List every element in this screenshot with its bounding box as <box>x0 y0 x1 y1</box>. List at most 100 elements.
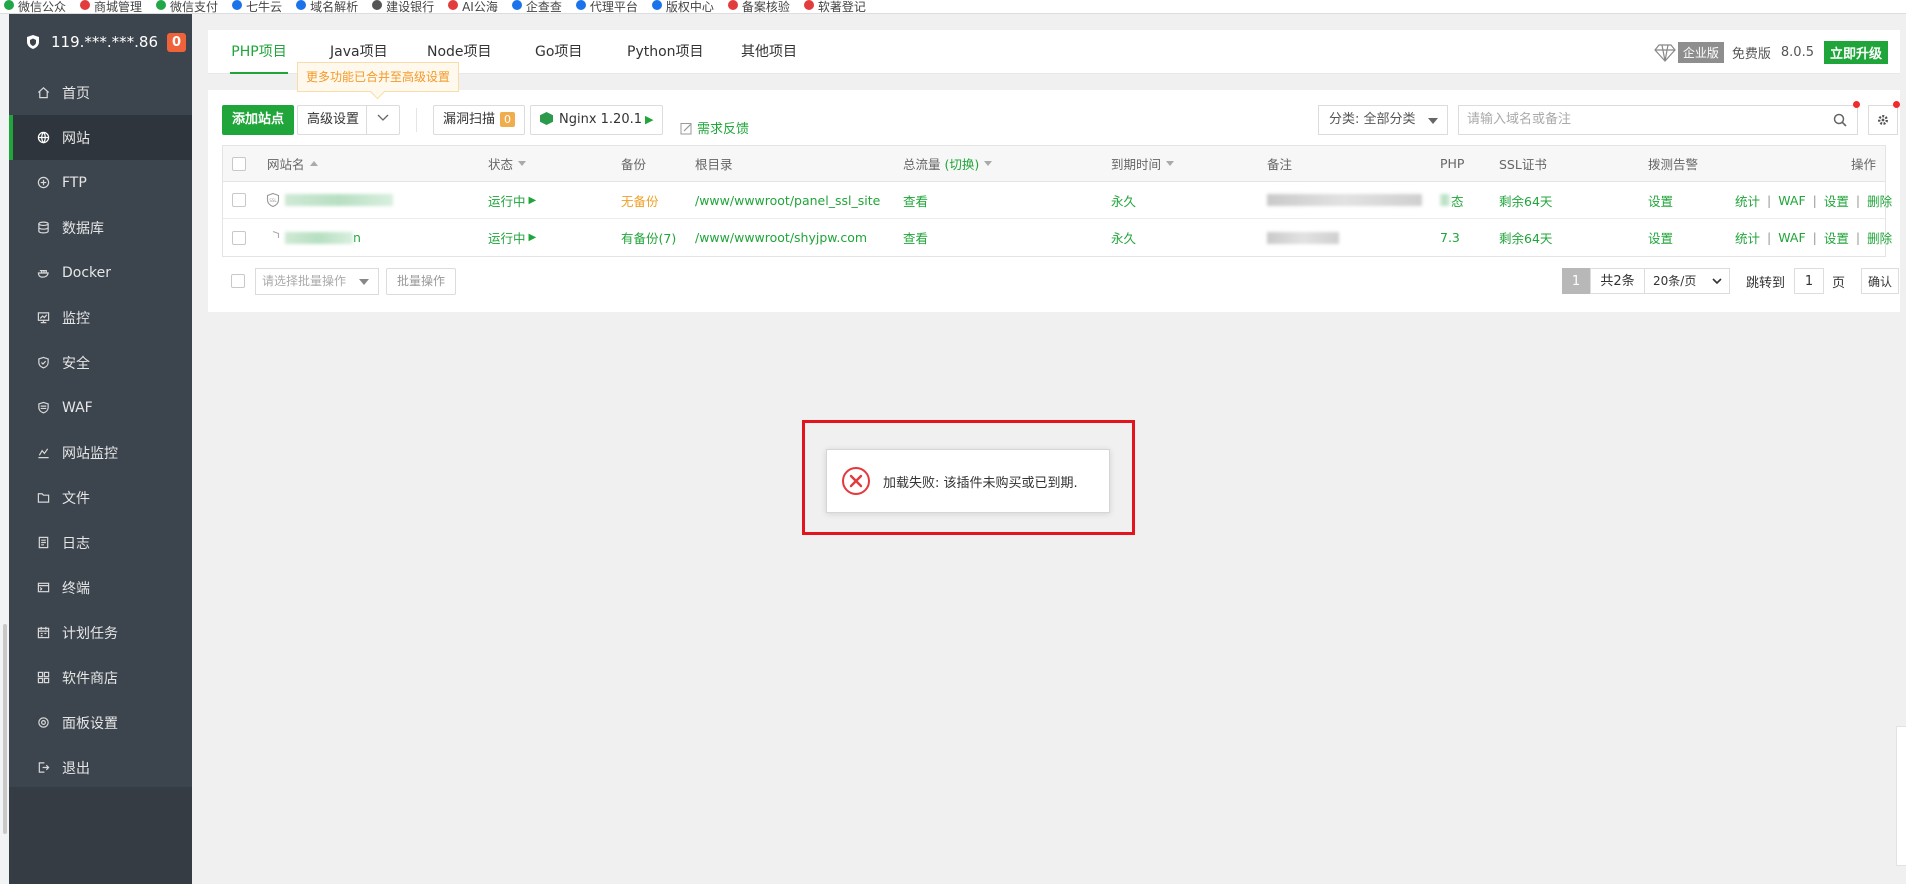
traffic-switch-link[interactable]: (切换) <box>945 154 980 173</box>
expire-cell[interactable]: 永久 <box>1111 219 1136 256</box>
shield-icon <box>38 356 49 369</box>
caret-down-icon <box>359 279 369 285</box>
delete-link[interactable]: 删除 <box>1867 228 1892 247</box>
traffic-cell[interactable]: 查看 <box>903 219 928 256</box>
remark-cell[interactable] <box>1267 219 1339 256</box>
bookmark[interactable]: 版权中心 <box>651 0 714 13</box>
vuln-scan-button[interactable]: 漏洞扫描 0 <box>433 105 526 135</box>
status-cell[interactable]: 运行中 ▶ <box>488 219 536 256</box>
add-site-button[interactable]: 添加站点 <box>222 105 295 135</box>
floating-side-widget[interactable] <box>1896 726 1906 866</box>
bookmark[interactable]: 微信公众 <box>3 0 66 13</box>
ssl-cell[interactable]: 剩余64天 <box>1499 182 1552 218</box>
root-dir-cell[interactable]: /www/wwwroot/shyjpw.com <box>695 219 867 256</box>
feedback-link[interactable]: 需求反馈 <box>680 118 749 137</box>
category-select[interactable]: 分类: 全部分类 <box>1318 105 1448 135</box>
server-header: 119.***.***.86 0 <box>9 14 192 70</box>
version-label[interactable]: 8.0.5 <box>1781 45 1814 60</box>
jump-page-input[interactable]: 1 <box>1794 268 1824 294</box>
batch-action-select[interactable]: 请选择批量操作 <box>255 268 379 295</box>
site-name-suffix: n <box>353 230 361 245</box>
waf-link[interactable]: WAF <box>1778 230 1805 245</box>
nginx-button[interactable]: Nginx 1.20.1 ▶ <box>530 105 664 135</box>
advanced-dropdown-button[interactable] <box>366 105 400 135</box>
enterprise-badge[interactable]: 企业版 <box>1677 42 1724 63</box>
col-traffic[interactable]: 总流量 (切换) <box>903 146 993 181</box>
sidebar-item-ftp[interactable]: FTP <box>9 160 192 205</box>
site-name-cell[interactable]: n <box>265 219 361 256</box>
row-checkbox[interactable] <box>232 193 246 207</box>
page-size-select[interactable]: 20条/页 <box>1644 268 1730 294</box>
traffic-cell[interactable]: 查看 <box>903 182 928 218</box>
remark-cell[interactable] <box>1267 182 1422 218</box>
sidebar-item-logout[interactable]: 退出 <box>9 745 192 790</box>
status-cell[interactable]: 运行中 ▶ <box>488 182 536 218</box>
select-all-checkbox[interactable] <box>232 156 246 171</box>
sidebar-item-waf[interactable]: WAF <box>9 385 192 430</box>
site-shield-icon: SSL <box>266 192 280 208</box>
sidebar-item-home[interactable]: 首页 <box>9 70 192 115</box>
sidebar-item-files[interactable]: 文件 <box>9 475 192 520</box>
alarm-cell[interactable]: 设置 <box>1648 182 1673 218</box>
php-label: 态 <box>1451 193 1464 209</box>
batch-action-button[interactable]: 批量操作 <box>386 268 457 295</box>
tab-php[interactable]: PHP项目 <box>230 30 288 74</box>
upgrade-button[interactable]: 立即升级 <box>1823 41 1888 64</box>
notification-badge[interactable]: 0 <box>167 32 186 52</box>
tab-python[interactable]: Python项目 <box>627 30 704 74</box>
site-name-cell[interactable]: SSL <box>265 182 393 218</box>
ssl-cell[interactable]: 剩余64天 <box>1499 219 1552 256</box>
page-1-button[interactable]: 1 <box>1562 268 1590 294</box>
bookmark[interactable]: AI公海 <box>448 0 498 13</box>
table-settings-button[interactable] <box>1868 105 1898 135</box>
sidebar-item-database[interactable]: 数据库 <box>9 205 192 250</box>
bookmark[interactable]: 商城管理 <box>80 0 142 13</box>
sidebar-item-website[interactable]: 网站 <box>9 115 192 160</box>
status-label: 运行中 <box>488 231 526 246</box>
bookmark[interactable]: 微信支付 <box>156 0 218 13</box>
settings-link[interactable]: 设置 <box>1824 191 1849 210</box>
waf-link[interactable]: WAF <box>1778 193 1805 208</box>
bookmark[interactable]: 代理平台 <box>575 0 638 13</box>
sidebar-item-store[interactable]: 软件商店 <box>9 655 192 700</box>
sidebar-item-settings[interactable]: 面板设置 <box>9 700 192 745</box>
bookmark[interactable]: 域名解析 <box>296 0 358 13</box>
php-cell[interactable]: 态 <box>1440 182 1464 218</box>
sidebar-item-logs[interactable]: 日志 <box>9 520 192 565</box>
delete-link[interactable]: 删除 <box>1867 191 1892 210</box>
col-site-name[interactable]: 网站名 <box>267 146 318 181</box>
alarm-cell[interactable]: 设置 <box>1648 219 1673 256</box>
settings-link[interactable]: 设置 <box>1824 228 1849 247</box>
stats-link[interactable]: 统计 <box>1735 191 1760 210</box>
bookmark[interactable]: 建设银行 <box>372 0 434 13</box>
sidebar-item-site-monitor[interactable]: 网站监控 <box>9 430 192 475</box>
tab-go[interactable]: Go项目 <box>535 30 582 74</box>
scrollbar-thumb[interactable] <box>3 624 7 834</box>
col-status[interactable]: 状态 <box>488 146 527 181</box>
bookmark[interactable]: 企查查 <box>511 0 562 13</box>
stats-link[interactable]: 统计 <box>1735 228 1760 247</box>
table-header: 网站名 状态 备份 根目录 总流量 (切换) 到期时间 备注 PHP SSL证书… <box>223 146 1885 182</box>
root-dir-cell[interactable]: /www/wwwroot/panel_ssl_site <box>695 182 880 218</box>
sidebar-item-docker[interactable]: Docker <box>9 250 192 295</box>
bookmark[interactable]: 软著登记 <box>803 0 866 13</box>
search-input[interactable]: 请输入域名或备注 <box>1458 105 1858 135</box>
expire-cell[interactable]: 永久 <box>1111 182 1136 218</box>
footer-select-all-checkbox[interactable] <box>231 274 245 288</box>
search-icon[interactable] <box>1833 113 1847 127</box>
advanced-settings-button[interactable]: 高级设置 <box>297 105 369 135</box>
sidebar-item-security[interactable]: 安全 <box>9 340 192 385</box>
bookmark[interactable]: 备案核验 <box>727 0 790 13</box>
php-cell[interactable]: 7.3 <box>1440 219 1460 256</box>
backup-cell[interactable]: 无备份 <box>621 182 659 218</box>
tab-other[interactable]: 其他项目 <box>741 30 797 74</box>
col-expire[interactable]: 到期时间 <box>1111 146 1175 181</box>
sidebar-item-terminal[interactable]: 终端 <box>9 565 192 610</box>
row-checkbox[interactable] <box>232 230 246 245</box>
col-label: 总流量 <box>903 157 941 172</box>
backup-cell[interactable]: 有备份(7) <box>621 219 676 256</box>
jump-confirm-button[interactable]: 确认 <box>1861 268 1899 294</box>
sidebar-item-cron[interactable]: 计划任务 <box>9 610 192 655</box>
sidebar-item-monitor[interactable]: 监控 <box>9 295 192 340</box>
bookmark[interactable]: 七牛云 <box>232 0 282 13</box>
